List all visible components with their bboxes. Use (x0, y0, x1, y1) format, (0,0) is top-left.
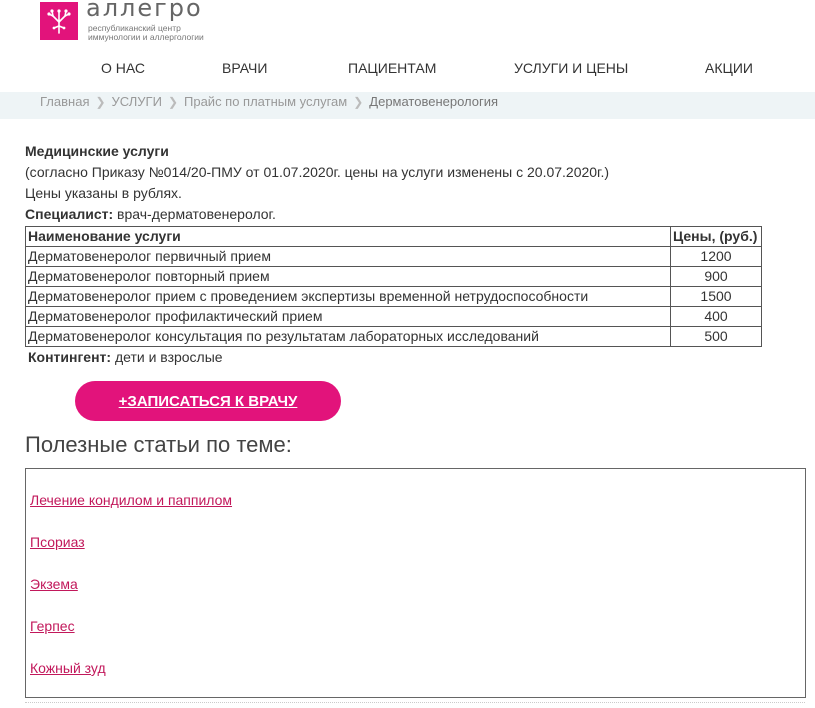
specialist-value: врач-дерматовенеролог. (113, 206, 276, 222)
service-price: 900 (670, 266, 762, 287)
article-link-condyloma[interactable]: Лечение кондилом и паппилом (30, 492, 232, 508)
service-name: Дерматовенеролог консультация по результ… (25, 326, 671, 347)
chevron-right-icon: ❯ (167, 95, 178, 109)
service-name: Дерматовенеролог профилактический прием (25, 306, 671, 327)
cut-off-content (25, 702, 805, 708)
service-price: 500 (670, 326, 762, 347)
articles-title: Полезные статьи по теме: (25, 432, 292, 457)
logo-subtitle: республиканский центр иммунологии и алле… (88, 24, 238, 42)
breadcrumb-home[interactable]: Главная (40, 94, 89, 109)
table-row: Дерматовенеролог консультация по результ… (25, 326, 762, 347)
table-header-row: Наименование услуги Цены, (руб.) (25, 226, 762, 247)
order-note: (согласно Приказу №014/20-ПМУ от 01.07.2… (25, 164, 610, 180)
breadcrumb-current: Дерматовенерология (369, 94, 499, 109)
nav-item-patients[interactable]: ПАЦИЕНТАМ (348, 60, 436, 76)
breadcrumb: Главная ❯ УСЛУГИ ❯ Прайс по платным услугам ❯… (0, 92, 815, 119)
logo-name[interactable]: аллегро (86, 0, 203, 22)
contingent-line: Контингент: дети и взрослые (28, 347, 785, 368)
book-appointment-button[interactable]: +ЗАПИСАТЬСЯ К ВРАЧУ (75, 381, 341, 421)
breadcrumb-price-list[interactable]: Прайс по платным услугам (184, 94, 347, 109)
article-link-skin-itch[interactable]: Кожный зуд (30, 660, 106, 676)
main-nav: О НАС ВРАЧИ ПАЦИЕНТАМ УСЛУГИ И ЦЕНЫ АКЦИ… (0, 60, 815, 80)
chevron-right-icon: ❯ (353, 95, 364, 109)
articles-box: Лечение кондилом и паппилом Псориаз Экзе… (25, 468, 806, 698)
service-price: 1500 (670, 286, 762, 307)
service-price: 400 (670, 306, 762, 327)
nav-item-promotions[interactable]: АКЦИИ (705, 60, 753, 76)
table-row: Дерматовенеролог первичный прием 1200 (25, 246, 762, 267)
service-name: Дерматовенеролог повторный прием (25, 266, 671, 287)
nav-item-doctors[interactable]: ВРАЧИ (222, 60, 267, 76)
column-header-service: Наименование услуги (25, 226, 671, 247)
table-row: Дерматовенеролог прием с проведением экс… (25, 286, 762, 307)
service-name: Дерматовенеролог прием с проведением экс… (25, 286, 671, 307)
article-link-eczema[interactable]: Экзема (30, 576, 78, 592)
service-price: 1200 (670, 246, 762, 267)
nav-item-about[interactable]: О НАС (101, 60, 145, 76)
column-header-price: Цены, (руб.) (670, 226, 762, 247)
contingent-label: Контингент: (28, 349, 112, 365)
site-header: аллегро республиканский центр иммунологи… (0, 0, 815, 95)
service-name: Дерматовенеролог первичный прием (25, 246, 671, 267)
nav-item-services-prices[interactable]: УСЛУГИ И ЦЕНЫ (514, 60, 628, 76)
chevron-right-icon: ❯ (95, 95, 106, 109)
page-title: Медицинские услуги (25, 143, 169, 159)
logo-icon[interactable] (40, 2, 78, 40)
currency-note: Цены указаны в рублях. (25, 185, 182, 201)
table-row: Дерматовенеролог профилактический прием … (25, 306, 762, 327)
contingent-value: дети и взрослые (111, 349, 223, 365)
article-link-herpes[interactable]: Герпес (30, 618, 75, 634)
logo-subtitle-line2: иммунологии и аллергологии (88, 32, 204, 42)
table-row: Дерматовенеролог повторный прием 900 (25, 266, 762, 287)
breadcrumb-services[interactable]: УСЛУГИ (112, 94, 162, 109)
branch-logo-icon (47, 9, 71, 34)
specialist-label: Специалист: (25, 206, 114, 222)
specialist-line: Специалист: врач-дерматовенеролог. (25, 204, 785, 225)
price-content: Медицинские услуги (согласно Приказу №01… (25, 141, 785, 368)
article-link-psoriasis[interactable]: Псориаз (30, 534, 85, 550)
price-table: Наименование услуги Цены, (руб.) Дермато… (25, 226, 762, 347)
